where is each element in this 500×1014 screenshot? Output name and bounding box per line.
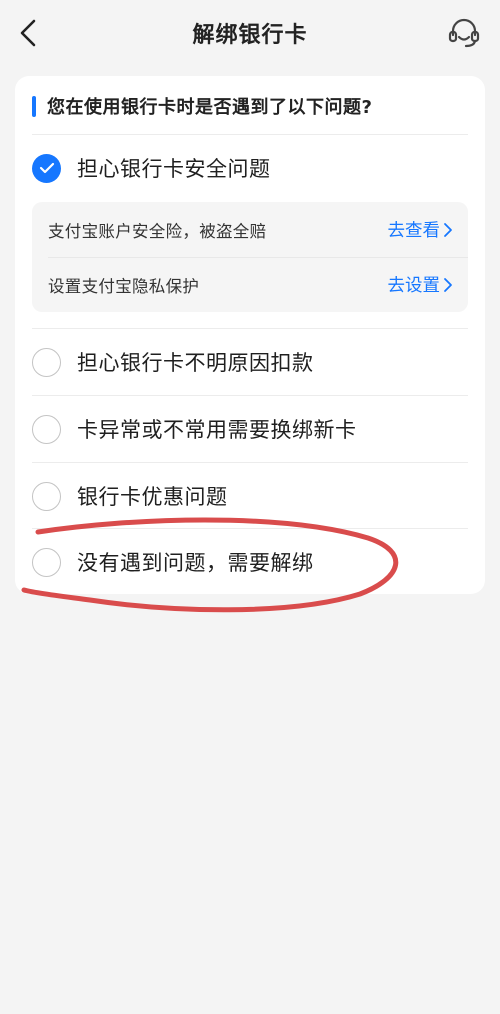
sub-item-privacy[interactable]: 设置支付宝隐私保护 去设置 xyxy=(32,257,468,312)
nav-bar: 解绑银行卡 xyxy=(0,0,500,68)
radio-checked[interactable] xyxy=(32,153,61,183)
chevron-right-icon xyxy=(444,222,452,237)
sub-item-label: 支付宝账户安全险，被盗全赔 xyxy=(48,221,267,241)
radio-unchecked[interactable] xyxy=(32,414,61,444)
question-text: 您在使用银行卡时是否遇到了以下问题? xyxy=(47,97,373,118)
option-security[interactable]: 担心银行卡安全问题 xyxy=(32,135,468,201)
checkmark-icon xyxy=(39,162,54,174)
customer-service-headset-icon xyxy=(448,18,480,48)
screen: 解绑银行卡 您在使用银行卡时是否遇到了以下问题? 担心银行卡安全问题 支付宝账户… xyxy=(0,0,500,1014)
option-label: 银行卡优惠问题 xyxy=(77,485,228,509)
view-link-text: 去查看 xyxy=(387,221,441,241)
reasons-card: 您在使用银行卡时是否遇到了以下问题? 担心银行卡安全问题 支付宝账户安全险，被盗… xyxy=(15,76,485,594)
option-no-problem-unbind[interactable]: 没有遇到问题，需要解绑 xyxy=(32,529,468,595)
customer-service-button[interactable] xyxy=(446,16,482,50)
view-link[interactable]: 去查看 xyxy=(388,217,454,242)
option-label: 卡异常或不常用需要换绑新卡 xyxy=(77,418,357,442)
radio-unchecked[interactable] xyxy=(32,547,61,577)
sub-item-insurance[interactable]: 支付宝账户安全险，被盗全赔 去查看 xyxy=(32,202,468,257)
radio-unchecked[interactable] xyxy=(32,481,61,511)
accent-bar xyxy=(32,95,36,117)
option-unknown-charges[interactable]: 担心银行卡不明原因扣款 xyxy=(32,329,468,395)
security-suggestions-panel: 支付宝账户安全险，被盗全赔 去查看 设置支付宝隐私保护 去设置 xyxy=(32,202,468,312)
sub-item-label: 设置支付宝隐私保护 xyxy=(48,276,200,296)
setup-link[interactable]: 去设置 xyxy=(388,272,454,297)
option-label: 没有遇到问题，需要解绑 xyxy=(77,551,314,575)
option-card-abnormal[interactable]: 卡异常或不常用需要换绑新卡 xyxy=(32,396,468,462)
option-card-offers[interactable]: 银行卡优惠问题 xyxy=(32,463,468,529)
question-heading: 您在使用银行卡时是否遇到了以下问题? xyxy=(32,91,372,121)
radio-unchecked[interactable] xyxy=(32,347,61,377)
page-title: 解绑银行卡 xyxy=(192,23,308,48)
option-label: 担心银行卡不明原因扣款 xyxy=(77,351,314,375)
chevron-right-icon xyxy=(444,277,452,292)
option-label: 担心银行卡安全问题 xyxy=(77,157,271,181)
setup-link-text: 去设置 xyxy=(387,276,441,296)
